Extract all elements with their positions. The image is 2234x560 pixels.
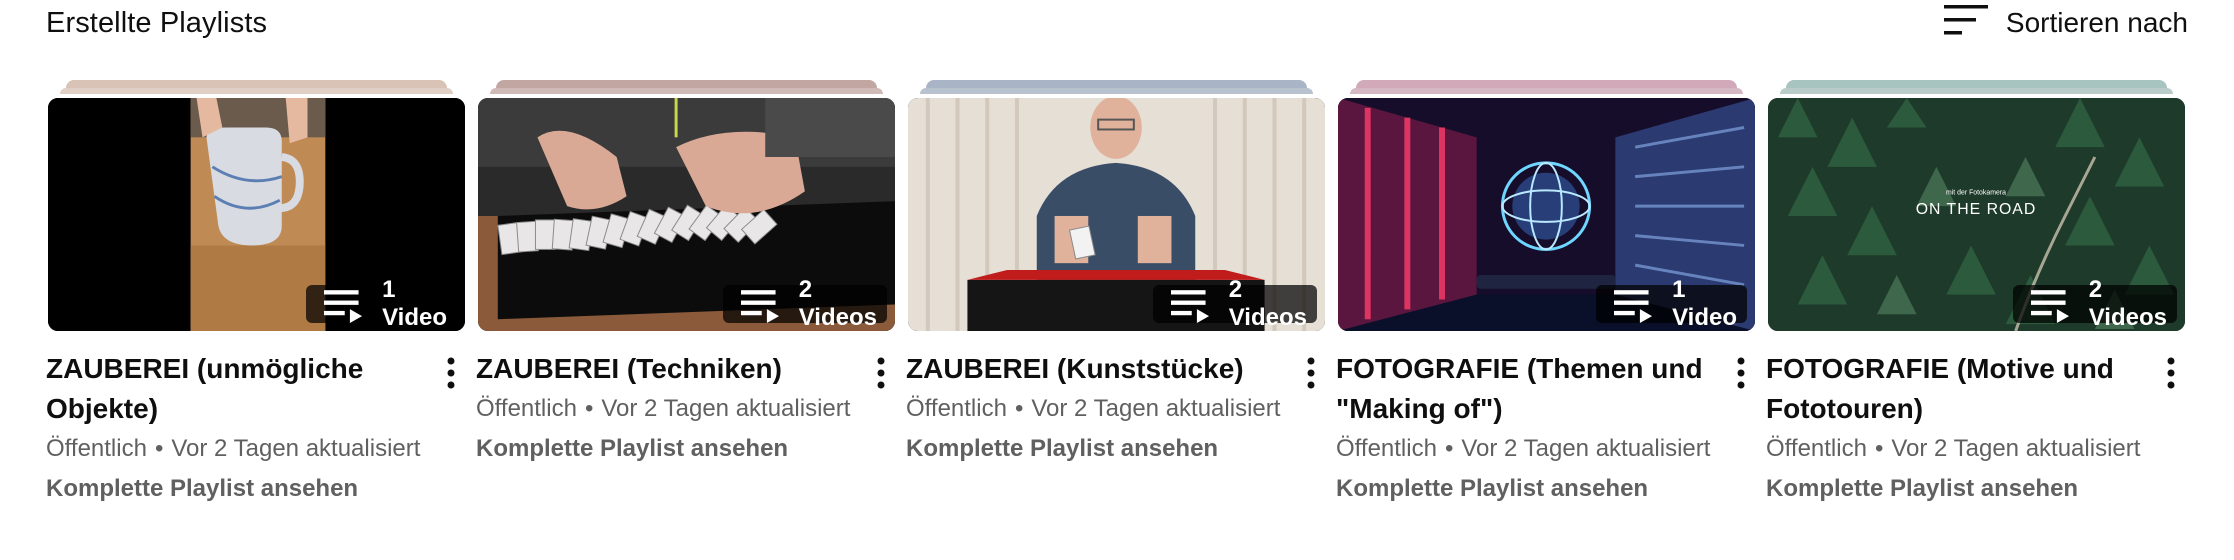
thumbnail-image: 1 Video [1336,96,1757,333]
playlist-meta: FOTOGRAFIE (Themen und "Making of") Öffe… [1336,349,1757,509]
playlist-title[interactable]: FOTOGRAFIE (Motive und Fototouren) [1766,349,2147,429]
playlist-card: 2 Videos ZAUBEREI (Kunststücke) Öffentli… [906,80,1327,509]
thumbnail-image: 2 Videos [476,96,897,333]
view-full-playlist-link[interactable]: Komplette Playlist ansehen [1766,469,2078,509]
stack-edge [1780,88,2173,94]
playlist-card: 1 Video ZAUBEREI (unmögliche Objekte) Öf… [46,80,467,509]
section-title: Erstellte Playlists [46,6,268,39]
thumbnail-overlay-text: ON THE ROAD [1916,201,2037,218]
sort-label: Sortieren nach [2005,7,2188,38]
updated-label: Vor 2 Tagen aktualisiert [1031,395,1281,422]
video-count-badge: 2 Videos [1152,276,1317,331]
playlist-title[interactable]: ZAUBEREI (Techniken) [476,349,857,389]
stack-edge [920,88,1313,94]
thumbnail-overlay-small: mit der Fotokamera [1946,189,2006,196]
more-options-button[interactable] [1725,353,1757,393]
more-vert-icon [2167,357,2175,389]
playlist-meta: FOTOGRAFIE (Motive und Fototouren) Öffen… [1766,349,2187,509]
more-vert-icon [447,357,455,389]
video-count: 1 Video [382,276,447,331]
stack-edge [66,80,447,88]
more-vert-icon [1737,357,1745,389]
view-full-playlist-link[interactable]: Komplette Playlist ansehen [46,469,358,509]
playlist-card: mit der Fotokamera ON THE ROAD 2 Videos … [1766,80,2187,509]
sort-icon [1943,2,1988,45]
visibility-label: Öffentlich [906,395,1007,422]
thumbnail-image: 2 Videos [906,96,1327,333]
more-options-button[interactable] [2155,353,2187,393]
playlist-icon [2030,290,2069,323]
updated-label: Vor 2 Tagen aktualisiert [171,435,421,462]
video-count: 2 Videos [1228,276,1307,331]
more-vert-icon [1307,357,1315,389]
video-count-badge: 2 Videos [2012,276,2177,331]
visibility-label: Öffentlich [46,435,147,462]
stack-edge [1356,80,1737,88]
separator: • [1874,435,1884,462]
video-count-badge: 1 Video [306,276,457,331]
stack-edge [926,80,1307,88]
playlist-card: 2 Videos ZAUBEREI (Techniken) Öffentlich… [476,80,897,509]
thumbnail-image: mit der Fotokamera ON THE ROAD 2 Videos [1766,96,2187,333]
playlist-icon [324,290,363,323]
playlist-thumbnail[interactable]: 2 Videos [906,80,1327,333]
video-count-badge: 2 Videos [722,276,887,331]
more-options-button[interactable] [435,353,467,393]
playlist-grid: 1 Video ZAUBEREI (unmögliche Objekte) Öf… [46,80,2187,509]
stack-edge [1350,88,1743,94]
playlist-thumbnail[interactable]: 2 Videos [476,80,897,333]
playlist-thumbnail[interactable]: 1 Video [46,80,467,333]
video-count: 2 Videos [2088,276,2167,331]
playlist-thumbnail[interactable]: mit der Fotokamera ON THE ROAD 2 Videos [1766,80,2187,333]
playlist-info: Öffentlich • Vor 2 Tagen aktualisiert [906,389,1287,429]
view-full-playlist-link[interactable]: Komplette Playlist ansehen [476,429,788,469]
view-full-playlist-link[interactable]: Komplette Playlist ansehen [906,429,1218,469]
more-options-button[interactable] [865,353,897,393]
playlist-info: Öffentlich • Vor 2 Tagen aktualisiert [476,389,857,429]
visibility-label: Öffentlich [1336,435,1437,462]
playlist-icon [740,290,779,323]
updated-label: Vor 2 Tagen aktualisiert [1891,435,2141,462]
video-count: 1 Video [1672,276,1737,331]
separator: • [154,435,164,462]
playlist-icon [1170,290,1209,323]
stack-edge [60,88,453,94]
playlist-title[interactable]: ZAUBEREI (unmögliche Objekte) [46,349,427,429]
more-vert-icon [877,357,885,389]
stack-edge [490,88,883,94]
playlist-title[interactable]: FOTOGRAFIE (Themen und "Making of") [1336,349,1717,429]
updated-label: Vor 2 Tagen aktualisiert [1461,435,1711,462]
more-options-button[interactable] [1295,353,1327,393]
playlist-meta: ZAUBEREI (unmögliche Objekte) Öffentlich… [46,349,467,509]
playlist-info: Öffentlich • Vor 2 Tagen aktualisiert [1766,429,2147,469]
section-header: Erstellte Playlists Sortieren nach [46,0,2188,46]
playlist-meta: ZAUBEREI (Kunststücke) Öffentlich • Vor 2 … [906,349,1327,469]
playlist-icon [1614,290,1653,323]
playlist-info: Öffentlich • Vor 2 Tagen aktualisiert [1336,429,1717,469]
playlist-info: Öffentlich • Vor 2 Tagen aktualisiert [46,429,427,469]
updated-label: Vor 2 Tagen aktualisiert [601,395,851,422]
visibility-label: Öffentlich [476,395,577,422]
separator: • [1014,395,1024,422]
stack-edge [1786,80,2167,88]
separator: • [584,395,594,422]
sort-button[interactable]: Sortieren nach [1943,2,2188,45]
stack-edge [496,80,877,88]
playlist-thumbnail[interactable]: 1 Video [1336,80,1757,333]
visibility-label: Öffentlich [1766,435,1867,462]
playlist-title[interactable]: ZAUBEREI (Kunststücke) [906,349,1287,389]
video-count-badge: 1 Video [1596,276,1747,331]
playlist-meta: ZAUBEREI (Techniken) Öffentlich • Vor 2 Ta… [476,349,897,469]
playlist-card: 1 Video FOTOGRAFIE (Themen und "Making o… [1336,80,1757,509]
separator: • [1444,435,1454,462]
thumbnail-image: 1 Video [46,96,467,333]
video-count: 2 Videos [798,276,877,331]
view-full-playlist-link[interactable]: Komplette Playlist ansehen [1336,469,1648,509]
